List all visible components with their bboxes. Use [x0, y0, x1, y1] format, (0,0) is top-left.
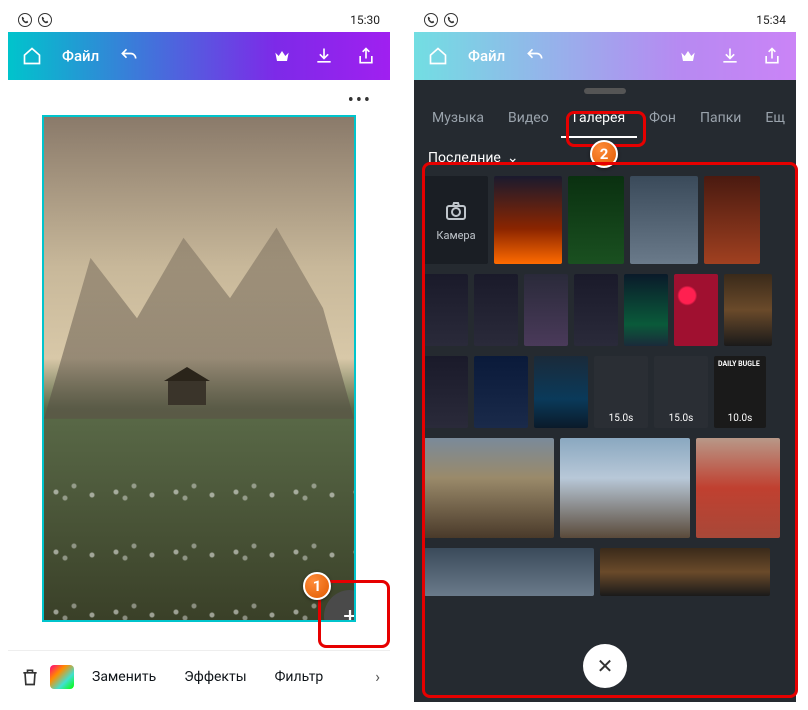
gallery-thumb[interactable]: [534, 356, 588, 428]
crown-icon[interactable]: [676, 44, 700, 68]
phone-screen-editor: 15:30 Файл ••• + Заменить Эффек: [8, 8, 390, 702]
tab-background[interactable]: Фон: [637, 100, 688, 138]
viber-icon: [38, 13, 52, 27]
canvas-image: [44, 444, 354, 620]
tab-more[interactable]: Ещ: [753, 100, 797, 138]
chevron-right-icon[interactable]: ›: [375, 667, 380, 686]
gallery-thumb[interactable]: [724, 274, 772, 346]
download-icon[interactable]: [718, 44, 742, 68]
thumb-title: DAILY BUGLE: [718, 360, 762, 368]
camera-button[interactable]: Камера: [424, 176, 488, 264]
file-menu[interactable]: Файл: [468, 47, 505, 65]
video-duration: 15.0s: [654, 413, 708, 424]
status-time: 15:30: [350, 13, 380, 27]
media-tabs: Музыка Видео Галерея Фон Папки Ещ: [414, 100, 796, 138]
gallery-thumb[interactable]: [624, 274, 668, 346]
home-icon[interactable]: [426, 44, 450, 68]
share-icon[interactable]: [354, 44, 378, 68]
gallery-thumb[interactable]: [424, 438, 554, 538]
share-icon[interactable]: [760, 44, 784, 68]
close-icon: ✕: [597, 654, 614, 678]
tab-gallery[interactable]: Галерея: [561, 100, 637, 138]
editor-canvas-area: ••• +: [8, 80, 390, 650]
plus-icon: +: [343, 602, 356, 622]
gallery-thumb[interactable]: [674, 274, 718, 346]
gallery-thumb[interactable]: [494, 176, 562, 264]
close-button[interactable]: ✕: [583, 644, 627, 688]
gallery-thumb[interactable]: [600, 548, 770, 596]
gallery-thumb[interactable]: [568, 176, 624, 264]
gallery-thumb[interactable]: [560, 438, 690, 538]
color-picker-icon[interactable]: [50, 665, 74, 689]
gallery-thumb[interactable]: [474, 274, 518, 346]
gallery-thumb[interactable]: 15.0s: [654, 356, 708, 428]
chevron-down-icon: ⌄: [507, 150, 519, 166]
tab-music[interactable]: Музыка: [420, 100, 496, 138]
gallery-filter-dropdown[interactable]: Последние ⌄: [424, 150, 786, 166]
gallery-thumb[interactable]: [696, 438, 780, 538]
gallery-thumb[interactable]: [424, 274, 468, 346]
filter-label: Последние: [428, 150, 501, 166]
undo-icon[interactable]: [117, 44, 141, 68]
status-bar: 15:34: [414, 8, 796, 32]
viber-icon: [18, 13, 32, 27]
tab-folders[interactable]: Папки: [688, 100, 753, 138]
home-icon[interactable]: [20, 44, 44, 68]
gallery-thumb[interactable]: [424, 548, 594, 596]
gallery-thumb[interactable]: 15.0s: [594, 356, 648, 428]
replace-button[interactable]: Заменить: [82, 669, 166, 685]
phone-screen-gallery: 15:34 Файл Музыка Видео Галерея Фон Папк…: [414, 8, 796, 702]
app-toolbar: Файл: [414, 32, 796, 80]
gallery-thumb[interactable]: [630, 176, 698, 264]
app-toolbar: Файл: [8, 32, 390, 80]
gallery-thumb[interactable]: [704, 176, 760, 264]
gallery-thumb[interactable]: [574, 274, 618, 346]
camera-icon: [444, 199, 468, 223]
file-menu[interactable]: Файл: [62, 47, 99, 65]
gallery-thumb[interactable]: [474, 356, 528, 428]
viber-icon: [444, 13, 458, 27]
tab-video[interactable]: Видео: [496, 100, 561, 138]
video-duration: 10.0s: [714, 413, 766, 424]
more-icon[interactable]: •••: [8, 80, 390, 115]
trash-icon[interactable]: [18, 665, 42, 689]
status-bar: 15:30: [8, 8, 390, 32]
video-duration: 15.0s: [594, 413, 648, 424]
undo-icon[interactable]: [523, 44, 547, 68]
gallery-thumb[interactable]: [424, 356, 468, 428]
media-picker-panel: Музыка Видео Галерея Фон Папки Ещ Послед…: [414, 80, 796, 702]
download-icon[interactable]: [312, 44, 336, 68]
gallery-thumb[interactable]: [524, 274, 568, 346]
filter-button[interactable]: Фильтр: [265, 669, 334, 685]
gallery-thumb[interactable]: DAILY BUGLE 10.0s: [714, 356, 766, 428]
viber-icon: [424, 13, 438, 27]
bottom-toolbar: Заменить Эффекты Фильтр ›: [8, 650, 390, 702]
camera-label: Камера: [436, 229, 475, 242]
design-canvas[interactable]: +: [42, 115, 356, 622]
drag-handle[interactable]: [584, 88, 626, 94]
status-time: 15:34: [756, 13, 786, 27]
canvas-image: [168, 379, 206, 405]
gallery-body: Последние ⌄ Камера: [414, 138, 796, 702]
effects-button[interactable]: Эффекты: [174, 669, 256, 685]
crown-icon[interactable]: [270, 44, 294, 68]
